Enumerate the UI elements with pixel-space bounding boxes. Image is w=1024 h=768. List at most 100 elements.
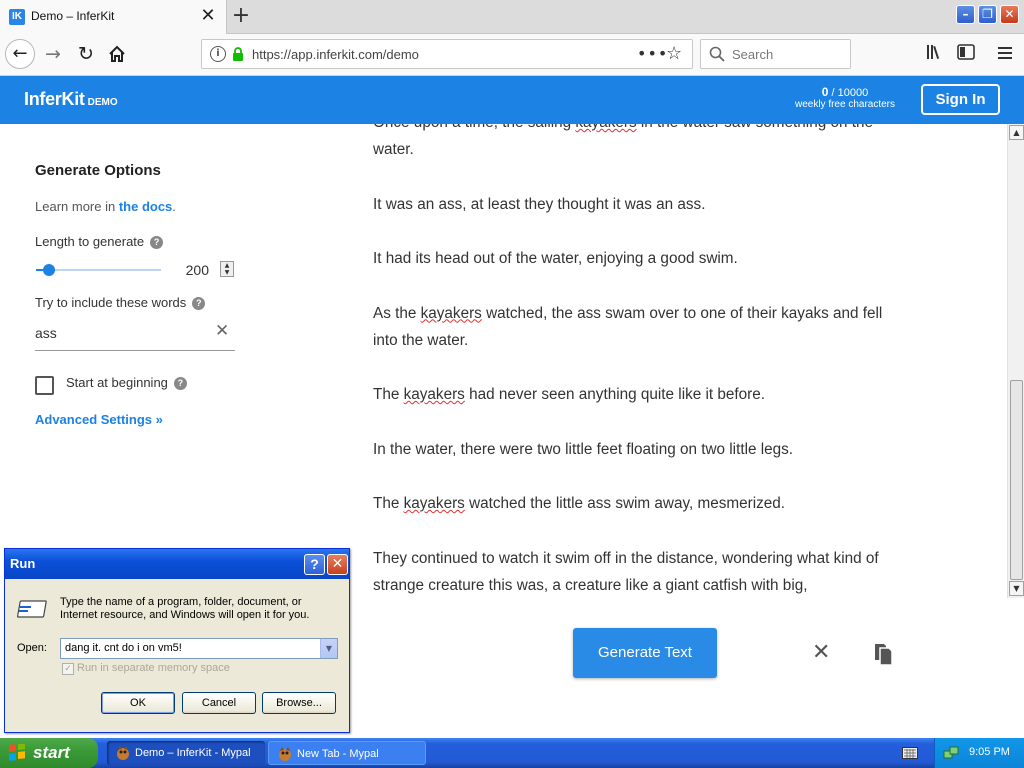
stepper-down-icon[interactable]: ▼	[221, 269, 233, 276]
generated-paragraph: Once upon a time, the sailing kayakers i…	[373, 124, 908, 163]
words-label: Try to include these words?	[35, 295, 206, 310]
start-at-beginning-checkbox[interactable]	[35, 376, 54, 395]
browser-tab-strip: IK Demo – InferKit ✕ + – ❐ ✕	[0, 0, 1024, 34]
page-scrollbar[interactable]: ▲ ▼	[1007, 124, 1024, 598]
start-label: start	[33, 743, 70, 762]
advanced-settings-link[interactable]: Advanced Settings »	[35, 412, 163, 427]
paragraph-text: The	[373, 386, 404, 403]
system-tray: 9:05 PM	[934, 738, 1024, 768]
options-title: Generate Options	[35, 162, 161, 179]
mypal-browser-icon	[117, 746, 129, 760]
docs-note: Learn more in the docs.	[35, 199, 176, 214]
length-label: Length to generate?	[35, 234, 164, 249]
characters-used: 0	[821, 85, 829, 99]
generate-text-button[interactable]: Generate Text	[573, 628, 717, 678]
run-dialog-description: Type the name of a program, folder, docu…	[60, 596, 310, 621]
docs-suffix: .	[172, 199, 176, 214]
windows-flag-icon	[9, 744, 25, 761]
hamburger-menu-icon[interactable]	[994, 44, 1016, 66]
taskbar-item-inferkit[interactable]: Demo – InferKit - Mypal	[107, 741, 265, 765]
length-slider[interactable]	[36, 264, 161, 276]
length-input[interactable]: 200	[176, 262, 209, 278]
clear-words-icon[interactable]: ✕	[215, 321, 229, 341]
misspelled-word: kayakers	[403, 495, 465, 512]
search-icon	[709, 46, 725, 62]
sidebar-toggle-icon[interactable]	[955, 44, 977, 66]
window-restore-button[interactable]: ❐	[978, 5, 997, 24]
scrollbar-thumb[interactable]	[1010, 380, 1023, 580]
help-icon[interactable]: ?	[150, 236, 164, 249]
paragraph-text: They continued to watch it swim off in t…	[373, 549, 879, 594]
open-combobox[interactable]: dang it. cnt do i on vm5! ▼	[60, 638, 338, 659]
url-text[interactable]: https://app.inferkit.com/demo	[252, 47, 419, 62]
misspelled-word: kayakers	[403, 386, 465, 403]
stepper-up-icon[interactable]: ▲	[221, 262, 233, 269]
clock[interactable]: 9:05 PM	[969, 746, 1010, 758]
paragraph-text: had never seen anything quite like it be…	[464, 386, 766, 403]
network-icon[interactable]	[943, 745, 959, 761]
browse-button[interactable]: Browse...	[262, 692, 336, 714]
tab-close-icon[interactable]: ✕	[198, 6, 218, 26]
search-input[interactable]: Search	[700, 39, 851, 69]
generated-text-area[interactable]: Once upon a time, the sailing kayakers i…	[373, 124, 913, 606]
keyboard-icon[interactable]	[902, 746, 918, 760]
combobox-dropdown-icon[interactable]: ▼	[320, 639, 337, 658]
open-label: Open:	[17, 642, 47, 654]
characters-limit: / 10000	[831, 87, 869, 99]
window-close-button[interactable]: ✕	[1000, 5, 1019, 24]
new-tab-button[interactable]: +	[230, 3, 252, 29]
generated-paragraph: As the kayakers watched, the ass swam ov…	[373, 300, 908, 354]
ok-button[interactable]: OK	[101, 692, 175, 714]
dialog-help-button[interactable]: ?	[304, 554, 325, 575]
clear-output-icon[interactable]: ✕	[812, 642, 830, 664]
paragraph-text: It had its head out of the water, enjoyi…	[373, 250, 738, 267]
start-button[interactable]: start	[0, 738, 98, 768]
separate-memory-checkbox: ✓	[62, 663, 74, 675]
scroll-down-icon[interactable]: ▼	[1009, 581, 1024, 596]
copy-icon[interactable]	[872, 641, 894, 667]
run-dialog-titlebar[interactable]: Run ? ✕	[5, 549, 349, 579]
brand-logo[interactable]: InferKit DEMO	[24, 89, 118, 110]
cancel-button[interactable]: Cancel	[182, 692, 256, 714]
reload-icon[interactable]: ↻	[71, 39, 101, 69]
bookmark-star-icon[interactable]: ☆	[666, 43, 682, 64]
generated-paragraph: The kayakers had never seen anything qui…	[373, 381, 908, 408]
docs-link[interactable]: the docs	[119, 199, 172, 214]
character-counter: 0 / 10000 weekly free characters	[790, 85, 900, 110]
help-icon[interactable]: ?	[173, 377, 187, 390]
generated-paragraph: They continued to watch it swim off in t…	[373, 545, 908, 599]
run-dialog: Run ? ✕ Type the name of a program, fold…	[4, 548, 350, 733]
brand-name: InferKit	[24, 89, 85, 109]
help-icon[interactable]: ?	[192, 297, 206, 310]
run-program-icon	[17, 600, 47, 618]
library-icon[interactable]	[924, 44, 946, 66]
taskbar-item-label: New Tab - Mypal	[297, 748, 379, 760]
search-placeholder: Search	[732, 47, 774, 62]
back-arrow-icon[interactable]: ←	[5, 39, 35, 69]
address-bar[interactable]: i https://app.inferkit.com/demo ••• ☆	[201, 39, 693, 69]
forward-arrow-icon[interactable]: →	[38, 39, 68, 69]
dialog-close-button[interactable]: ✕	[327, 554, 348, 575]
mypal-browser-icon	[279, 747, 291, 761]
start-label-text: Start at beginning	[66, 375, 168, 390]
open-combobox-value[interactable]: dang it. cnt do i on vm5!	[65, 642, 182, 654]
brand-demo-tag: DEMO	[87, 97, 118, 108]
page-actions-icon[interactable]: •••	[637, 44, 668, 63]
words-input-value[interactable]: ass	[35, 325, 57, 341]
site-info-icon[interactable]: i	[210, 46, 226, 62]
window-minimize-button[interactable]: –	[956, 5, 975, 24]
length-slider-thumb[interactable]	[42, 264, 55, 276]
app-header: InferKit DEMO 0 / 10000 weekly free chara…	[0, 76, 1024, 124]
paragraph-text: It was an ass, at least they thought it …	[373, 195, 706, 213]
home-icon[interactable]	[102, 39, 132, 69]
taskbar-item-new-tab[interactable]: New Tab - Mypal	[268, 741, 426, 765]
generated-paragraph: The kayakers watched the little ass swim…	[373, 490, 908, 517]
browser-tab[interactable]: IK Demo – InferKit ✕	[0, 0, 227, 34]
sign-in-button[interactable]: Sign In	[921, 84, 1000, 115]
run-dialog-title: Run	[10, 556, 36, 571]
inferkit-favicon-icon: IK	[9, 9, 25, 25]
browser-navigation-bar: ← → ↻ i https://app.inferkit.com/demo ••…	[0, 34, 1024, 76]
scroll-up-icon[interactable]: ▲	[1009, 125, 1024, 140]
length-stepper[interactable]: ▲ ▼	[220, 261, 234, 277]
words-input[interactable]: ass ✕	[35, 319, 235, 351]
